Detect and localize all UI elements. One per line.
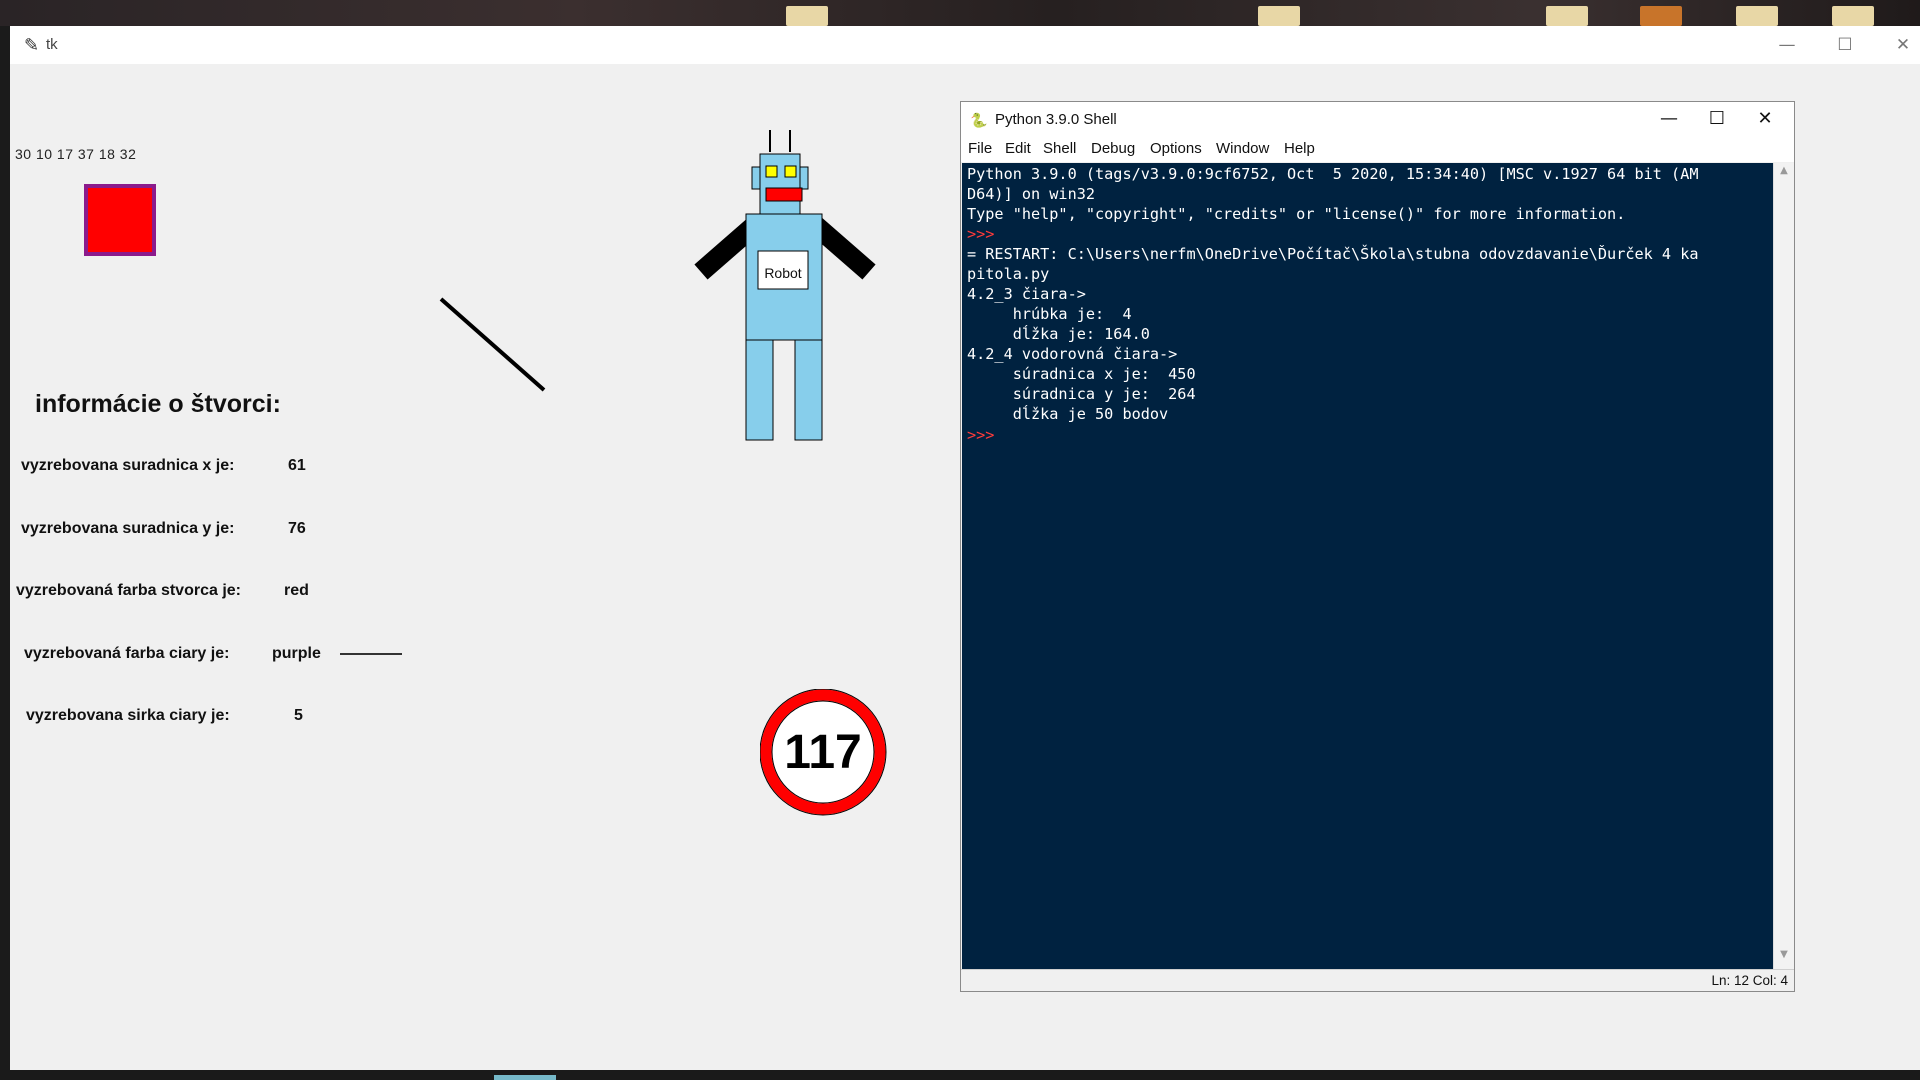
close-button[interactable]: ✕ bbox=[1740, 104, 1790, 134]
info-label: vyzrebovana sirka ciary je: bbox=[26, 707, 230, 724]
info-heading: informácie o štvorci: bbox=[35, 390, 281, 418]
console-line: 4.2_3 čiara-> bbox=[967, 285, 1086, 303]
console-line: pitola.py bbox=[967, 265, 1050, 283]
desktop-background bbox=[0, 0, 1920, 26]
console-line: hrúbka je: 4 bbox=[967, 305, 1132, 323]
info-label: vyzrebovana suradnica y je: bbox=[21, 520, 235, 537]
scroll-up-arrow-icon[interactable]: ▲ bbox=[1774, 165, 1794, 181]
shell-title: Python 3.9.0 Shell bbox=[995, 111, 1117, 128]
robot-label: Robot bbox=[764, 265, 802, 281]
robot-eye bbox=[765, 165, 778, 178]
close-button[interactable]: ✕ bbox=[1880, 32, 1920, 58]
console-line: súradnica x je: 450 bbox=[967, 365, 1196, 383]
console-line: 4.2_4 vodorovná čiara-> bbox=[967, 345, 1178, 363]
menu-help[interactable]: Help bbox=[1284, 140, 1315, 157]
info-value: 5 bbox=[294, 707, 303, 724]
python-shell-window: 🐍 Python 3.9.0 Shell — ☐ ✕ File Edit She… bbox=[960, 101, 1795, 992]
console-line: = RESTART: C:\Users\nerfm\OneDrive\Počít… bbox=[967, 245, 1699, 263]
menu-debug[interactable]: Debug bbox=[1091, 140, 1135, 157]
menu-window[interactable]: Window bbox=[1216, 140, 1269, 157]
line-sample bbox=[340, 653, 402, 655]
desktop-folder-icon[interactable] bbox=[1546, 6, 1588, 26]
diagonal-line bbox=[439, 297, 546, 392]
console-line: dĺžka je: 164.0 bbox=[967, 325, 1150, 343]
menu-shell[interactable]: Shell bbox=[1043, 140, 1076, 157]
feather-icon: ✎ bbox=[24, 35, 40, 56]
taskbar bbox=[0, 1070, 1920, 1080]
info-value: purple bbox=[272, 645, 321, 662]
tk-titlebar[interactable]: ✎ tk — ☐ ✕ bbox=[10, 26, 1920, 64]
info-value: red bbox=[284, 582, 309, 599]
robot-ear bbox=[799, 166, 809, 190]
minimize-button[interactable]: — bbox=[1764, 32, 1810, 58]
console-line: Type "help", "copyright", "credits" or "… bbox=[967, 205, 1626, 223]
info-label: vyzrebovaná farba stvorca je: bbox=[16, 582, 241, 599]
desktop-folder-icon[interactable] bbox=[786, 6, 828, 26]
random-numbers-text: 30 10 17 37 18 32 bbox=[15, 146, 137, 162]
console-line: súradnica y je: 264 bbox=[967, 385, 1196, 403]
shell-console[interactable]: Python 3.9.0 (tags/v3.9.0:9cf6752, Oct 5… bbox=[962, 163, 1773, 969]
info-label: vyzrebovaná farba ciary je: bbox=[24, 645, 230, 662]
vertical-scrollbar[interactable]: ▲ ▼ bbox=[1773, 163, 1794, 969]
info-value: 61 bbox=[288, 457, 306, 474]
console-line: D64)] on win32 bbox=[967, 185, 1096, 203]
red-square bbox=[84, 184, 156, 256]
robot-mouth bbox=[765, 187, 803, 202]
console-prompt: >>> bbox=[967, 426, 995, 444]
info-value: 76 bbox=[288, 520, 306, 537]
desktop-folder-icon[interactable] bbox=[1832, 6, 1874, 26]
console-line: dĺžka je 50 bodov bbox=[967, 405, 1169, 423]
console-prompt: >>> bbox=[967, 225, 995, 243]
minimize-button[interactable]: — bbox=[1644, 104, 1694, 134]
robot-head bbox=[759, 153, 801, 215]
desktop-folder-icon[interactable] bbox=[1640, 6, 1682, 26]
desktop-folder-icon[interactable] bbox=[1736, 6, 1778, 26]
robot-ear bbox=[751, 166, 761, 190]
robot-leg bbox=[794, 339, 823, 441]
desktop-folder-icon[interactable] bbox=[1258, 6, 1300, 26]
maximize-button[interactable]: ☐ bbox=[1692, 104, 1742, 134]
info-label: vyzrebovana suradnica x je: bbox=[21, 457, 235, 474]
menu-file[interactable]: File bbox=[968, 140, 992, 157]
shell-titlebar[interactable]: 🐍 Python 3.9.0 Shell — ☐ ✕ bbox=[961, 102, 1794, 136]
robot-drawing bbox=[694, 130, 876, 441]
menu-edit[interactable]: Edit bbox=[1005, 140, 1031, 157]
scroll-down-arrow-icon[interactable]: ▼ bbox=[1774, 949, 1794, 965]
python-idle-icon: 🐍 bbox=[970, 112, 988, 128]
maximize-button[interactable]: ☐ bbox=[1822, 32, 1868, 58]
console-line: Python 3.9.0 (tags/v3.9.0:9cf6752, Oct 5… bbox=[967, 165, 1699, 183]
shell-menubar: File Edit Shell Debug Options Window Hel… bbox=[961, 136, 1794, 162]
menu-options[interactable]: Options bbox=[1150, 140, 1202, 157]
window-title: tk bbox=[46, 36, 58, 53]
robot-leg bbox=[745, 339, 774, 441]
cursor-position-status: Ln: 12 Col: 4 bbox=[1711, 973, 1788, 988]
robot-eye bbox=[784, 165, 797, 178]
shell-statusbar: Ln: 12 Col: 4 bbox=[961, 969, 1794, 991]
speed-limit-number: 117 bbox=[784, 726, 862, 779]
taskbar-active-indicator bbox=[494, 1075, 556, 1080]
